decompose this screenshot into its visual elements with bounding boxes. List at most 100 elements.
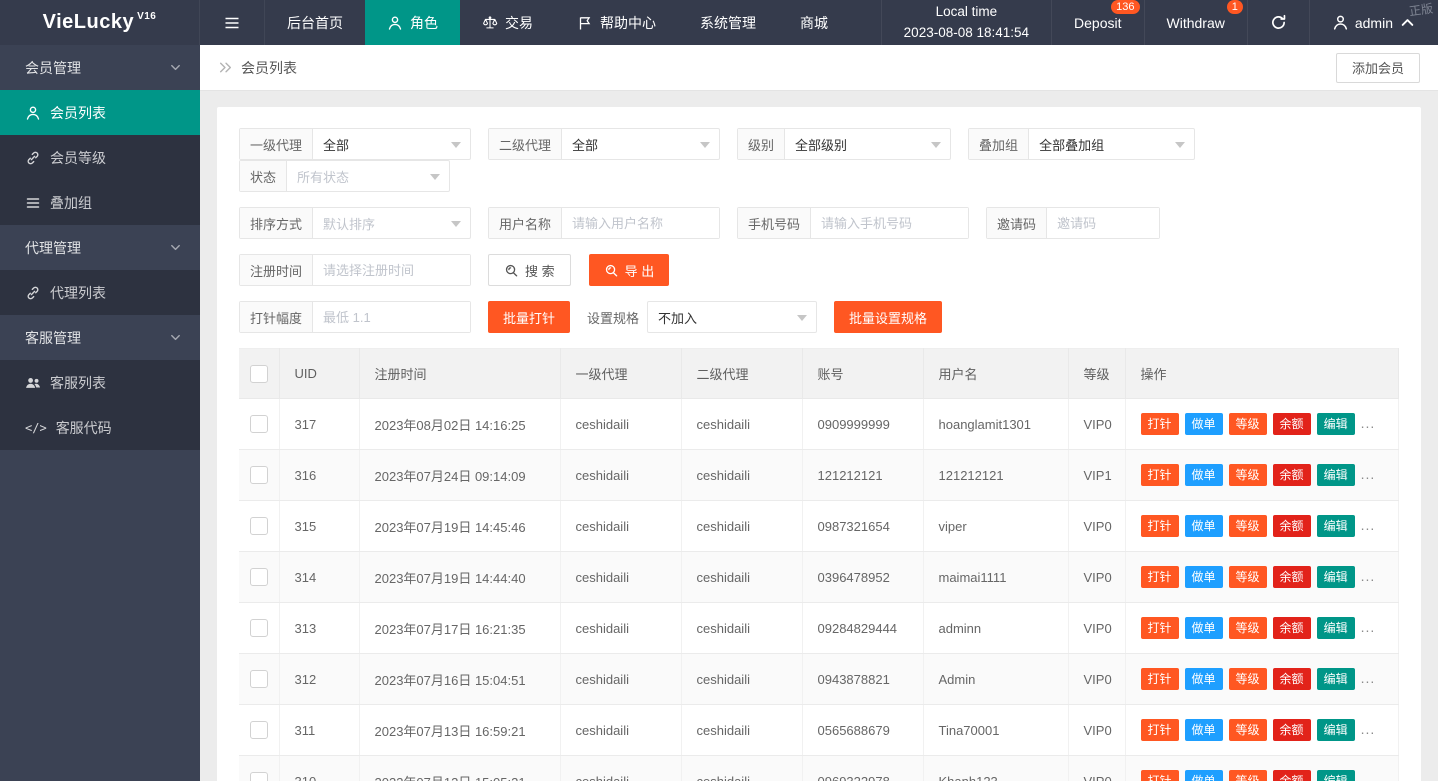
action-余额-button[interactable]: 余额 (1273, 668, 1311, 690)
action-做单-button[interactable]: 做单 (1185, 566, 1223, 588)
nav-item-2[interactable]: 角色 (365, 0, 460, 45)
action-等级-button[interactable]: 等级 (1229, 617, 1267, 639)
sidebar-item[interactable]: 叠加组 (0, 180, 200, 225)
action-等级-button[interactable]: 等级 (1229, 719, 1267, 741)
action-等级-button[interactable]: 等级 (1229, 566, 1267, 588)
user-menu[interactable]: admin (1309, 0, 1438, 45)
row-checkbox[interactable] (250, 466, 268, 484)
row-checkbox[interactable] (250, 619, 268, 637)
row-more-button[interactable]: ... (1361, 517, 1376, 533)
level-select[interactable]: 全部级别 (785, 129, 950, 159)
sidebar-group-header[interactable]: 代理管理 (0, 225, 200, 270)
action-编辑-button[interactable]: 编辑 (1317, 617, 1355, 639)
action-打针-button[interactable]: 打针 (1141, 515, 1179, 537)
action-做单-button[interactable]: 做单 (1185, 515, 1223, 537)
action-等级-button[interactable]: 等级 (1229, 515, 1267, 537)
action-做单-button[interactable]: 做单 (1185, 617, 1223, 639)
row-more-button[interactable]: ... (1361, 772, 1376, 781)
nav-item-3[interactable]: 交易 (460, 0, 555, 45)
action-余额-button[interactable]: 余额 (1273, 617, 1311, 639)
action-做单-button[interactable]: 做单 (1185, 464, 1223, 486)
action-打针-button[interactable]: 打针 (1141, 566, 1179, 588)
row-more-button[interactable]: ... (1361, 568, 1376, 584)
sidebar-item[interactable]: </>客服代码 (0, 405, 200, 450)
row-checkbox[interactable] (250, 415, 268, 433)
action-等级-button[interactable]: 等级 (1229, 464, 1267, 486)
action-余额-button[interactable]: 余额 (1273, 464, 1311, 486)
action-编辑-button[interactable]: 编辑 (1317, 566, 1355, 588)
action-等级-button[interactable]: 等级 (1229, 413, 1267, 435)
register-time-input[interactable] (313, 255, 470, 285)
sidebar-group-header[interactable]: 会员管理 (0, 45, 200, 90)
action-等级-button[interactable]: 等级 (1229, 770, 1267, 781)
sidebar-item[interactable]: 代理列表 (0, 270, 200, 315)
row-more-button[interactable]: ... (1361, 466, 1376, 482)
cell-account: 0396478952 (802, 552, 923, 603)
add-member-button[interactable]: 添加会员 (1336, 53, 1420, 83)
sidebar-item[interactable]: 会员列表 (0, 90, 200, 135)
menu-toggle-button[interactable] (200, 0, 265, 45)
action-做单-button[interactable]: 做单 (1185, 719, 1223, 741)
status-select[interactable]: 所有状态 (287, 161, 449, 191)
nav-item-4[interactable]: 帮助中心 (555, 0, 678, 45)
needle-range-input[interactable] (313, 302, 470, 332)
withdraw-button[interactable]: Withdraw 1 (1144, 0, 1247, 45)
invite-code-input[interactable] (1047, 208, 1159, 238)
row-more-button[interactable]: ... (1361, 721, 1376, 737)
action-编辑-button[interactable]: 编辑 (1317, 515, 1355, 537)
select-all-checkbox[interactable] (250, 365, 268, 383)
batch-spec-button[interactable]: 批量设置规格 (834, 301, 942, 333)
nav-item-1[interactable]: 后台首页 (265, 0, 365, 45)
action-做单-button[interactable]: 做单 (1185, 770, 1223, 781)
row-checkbox[interactable] (250, 670, 268, 688)
search-button[interactable]: 搜 索 (488, 254, 571, 286)
action-余额-button[interactable]: 余额 (1273, 515, 1311, 537)
agent1-select[interactable]: 全部 (313, 129, 470, 159)
action-编辑-button[interactable]: 编辑 (1317, 719, 1355, 741)
row-checkbox[interactable] (250, 568, 268, 586)
action-编辑-button[interactable]: 编辑 (1317, 413, 1355, 435)
action-做单-button[interactable]: 做单 (1185, 668, 1223, 690)
overlay-group-select[interactable]: 全部叠加组 (1029, 129, 1194, 159)
action-编辑-button[interactable]: 编辑 (1317, 464, 1355, 486)
action-打针-button[interactable]: 打针 (1141, 770, 1179, 781)
row-checkbox[interactable] (250, 772, 268, 781)
nav-item-5[interactable]: 系统管理 (678, 0, 778, 45)
sidebar-group-header[interactable]: 客服管理 (0, 315, 200, 360)
app-logo[interactable]: VieLucky V16 (0, 0, 200, 45)
action-余额-button[interactable]: 余额 (1273, 719, 1311, 741)
sidebar-item[interactable]: 客服列表 (0, 360, 200, 405)
agent2-select[interactable]: 全部 (562, 129, 719, 159)
action-打针-button[interactable]: 打针 (1141, 617, 1179, 639)
filter-row-1: 一级代理 全部 二级代理 全部 级别 全部级别 (239, 128, 1399, 192)
action-余额-button[interactable]: 余额 (1273, 770, 1311, 781)
filter-row-3: 注册时间 搜 索 导 出 (239, 254, 1399, 286)
action-等级-button[interactable]: 等级 (1229, 668, 1267, 690)
row-more-button[interactable]: ... (1361, 619, 1376, 635)
top-navbar: VieLucky V16 后台首页角色交易帮助中心系统管理商城 Local ti… (0, 0, 1438, 45)
action-编辑-button[interactable]: 编辑 (1317, 668, 1355, 690)
spec-select[interactable]: 不加入 (648, 302, 816, 332)
page-title: 会员列表 (241, 58, 297, 78)
action-打针-button[interactable]: 打针 (1141, 464, 1179, 486)
action-余额-button[interactable]: 余额 (1273, 566, 1311, 588)
deposit-button[interactable]: Deposit 136 (1051, 0, 1143, 45)
username-input[interactable] (562, 208, 719, 238)
sort-select[interactable]: 默认排序 (313, 208, 470, 238)
phone-input[interactable] (811, 208, 968, 238)
action-打针-button[interactable]: 打针 (1141, 719, 1179, 741)
row-checkbox[interactable] (250, 517, 268, 535)
row-more-button[interactable]: ... (1361, 415, 1376, 431)
action-余额-button[interactable]: 余额 (1273, 413, 1311, 435)
nav-item-6[interactable]: 商城 (778, 0, 850, 45)
refresh-button[interactable] (1247, 0, 1309, 45)
export-button[interactable]: 导 出 (589, 254, 670, 286)
row-checkbox[interactable] (250, 721, 268, 739)
action-做单-button[interactable]: 做单 (1185, 413, 1223, 435)
action-编辑-button[interactable]: 编辑 (1317, 770, 1355, 781)
batch-needle-button[interactable]: 批量打针 (488, 301, 570, 333)
row-more-button[interactable]: ... (1361, 670, 1376, 686)
action-打针-button[interactable]: 打针 (1141, 668, 1179, 690)
sidebar-item[interactable]: 会员等级 (0, 135, 200, 180)
action-打针-button[interactable]: 打针 (1141, 413, 1179, 435)
